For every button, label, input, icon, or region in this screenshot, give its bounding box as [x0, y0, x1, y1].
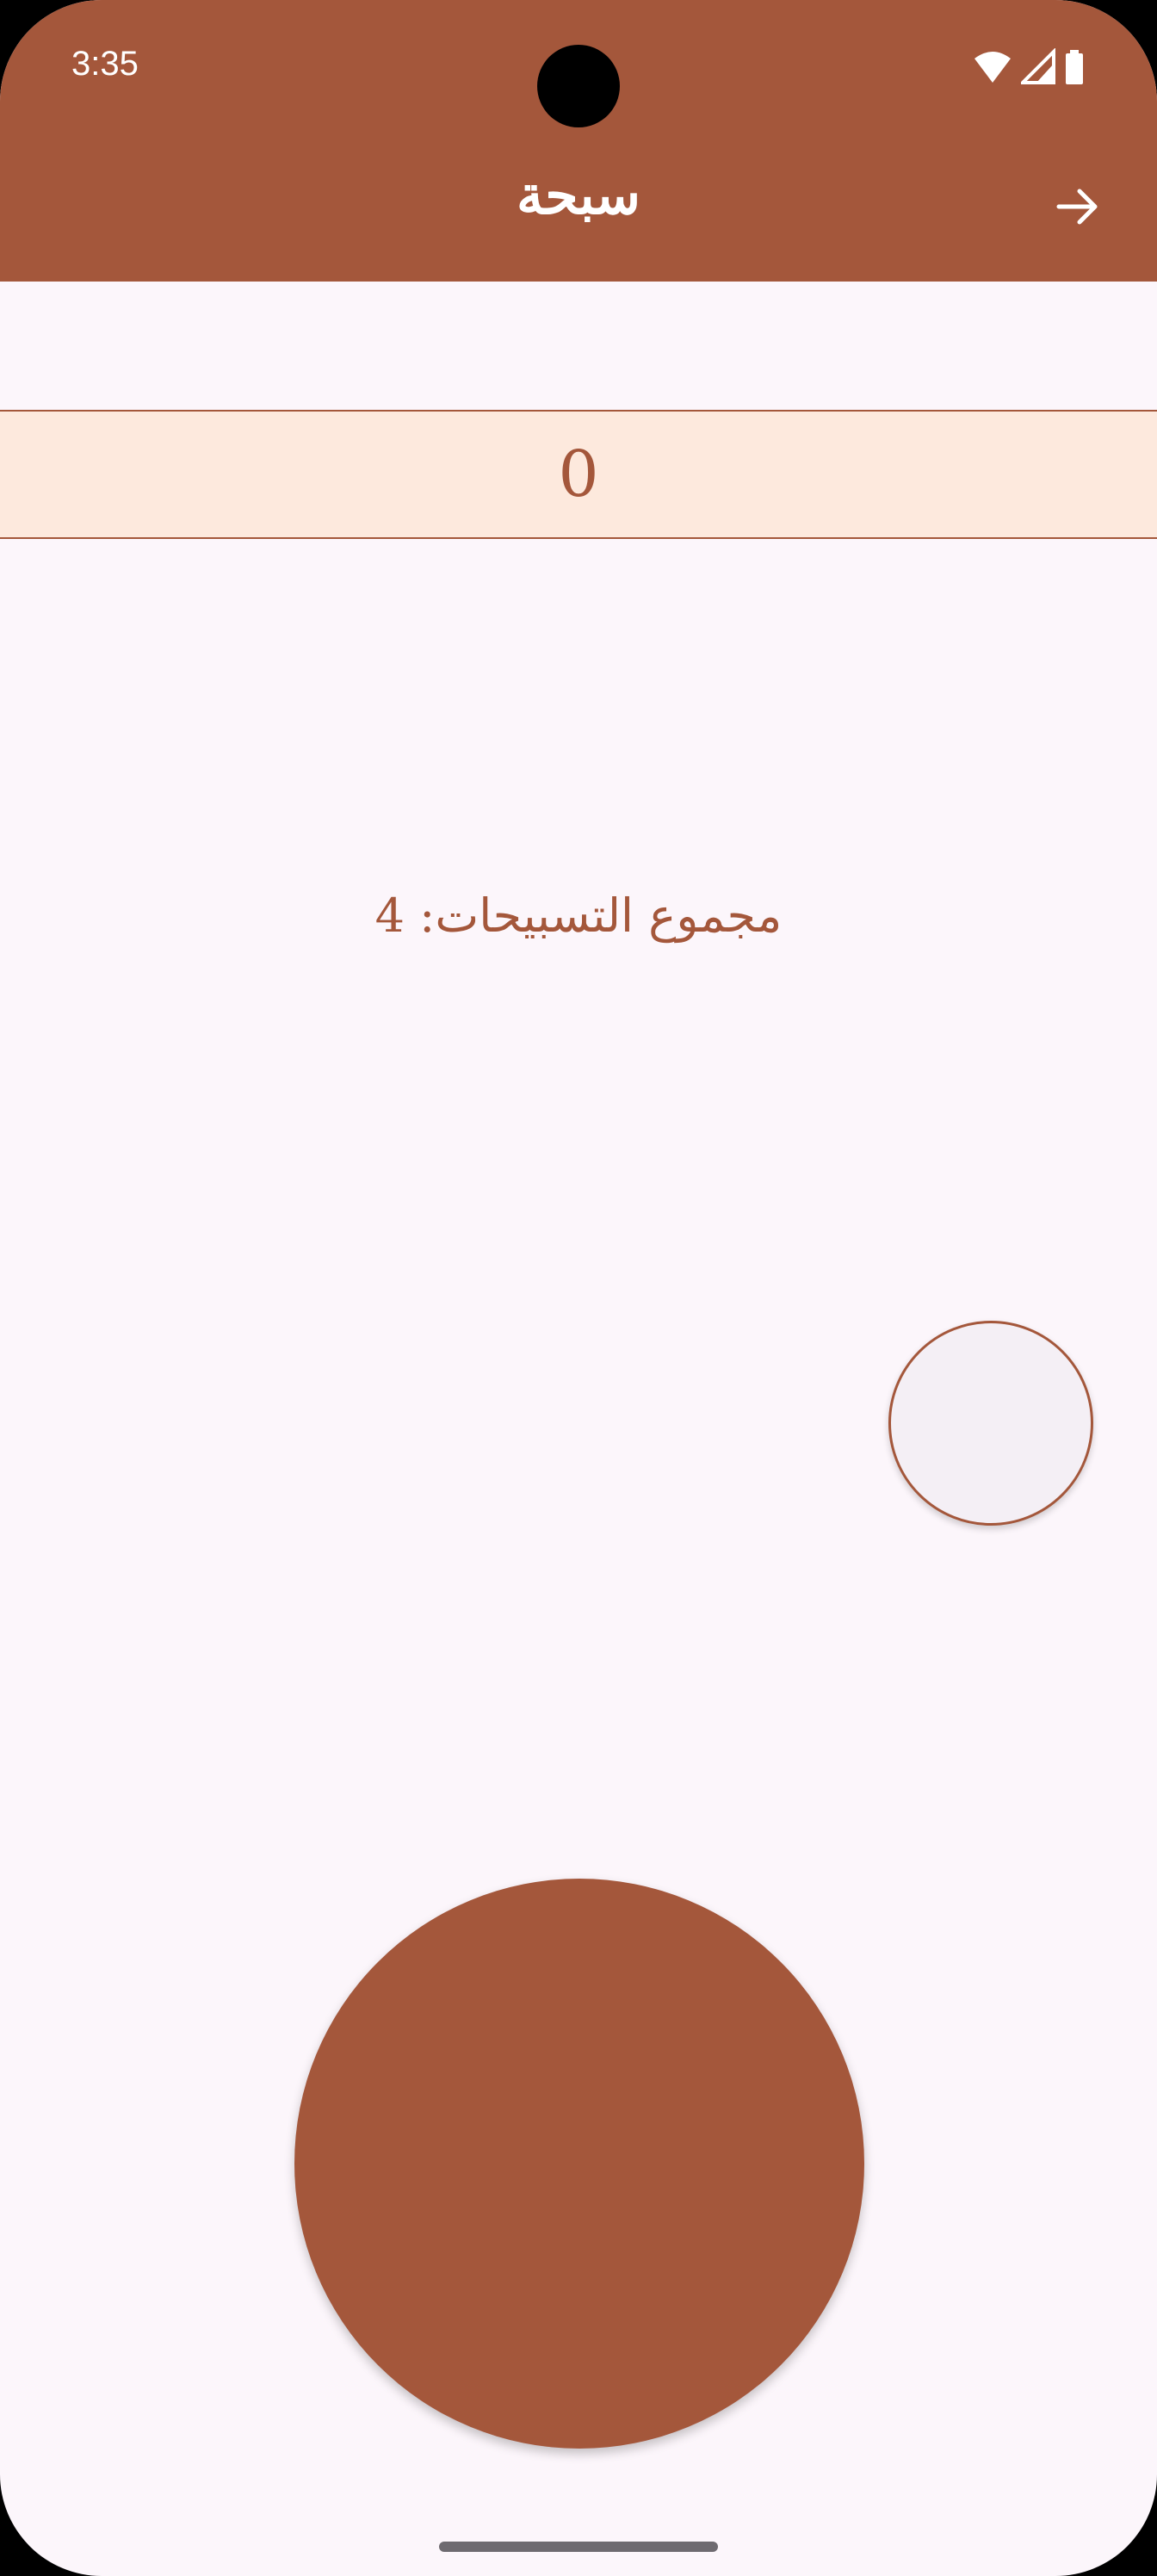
reset-button[interactable]: [888, 1321, 1093, 1526]
home-indicator[interactable]: [439, 2542, 718, 2552]
phone-screen: 3:35 سبحة 0 مجموع التسبيحات: 4: [0, 0, 1157, 2576]
counter-display: 0: [0, 410, 1157, 539]
wifi-icon: [973, 48, 1012, 86]
tap-count-button[interactable]: [294, 1879, 864, 2449]
arrow-right-icon: [1056, 189, 1098, 225]
camera-cutout: [537, 45, 620, 127]
back-button[interactable]: [1052, 181, 1104, 232]
counter-value: 0: [558, 437, 599, 511]
status-icons: [973, 47, 1085, 86]
signal-icon: [1018, 47, 1055, 86]
page-title: سبحة: [517, 164, 640, 226]
app-bar: 3:35 سبحة: [0, 0, 1157, 282]
status-time: 3:35: [71, 45, 139, 83]
battery-icon: [1064, 48, 1085, 86]
total-count-label: مجموع التسبيحات: 4: [374, 889, 783, 943]
